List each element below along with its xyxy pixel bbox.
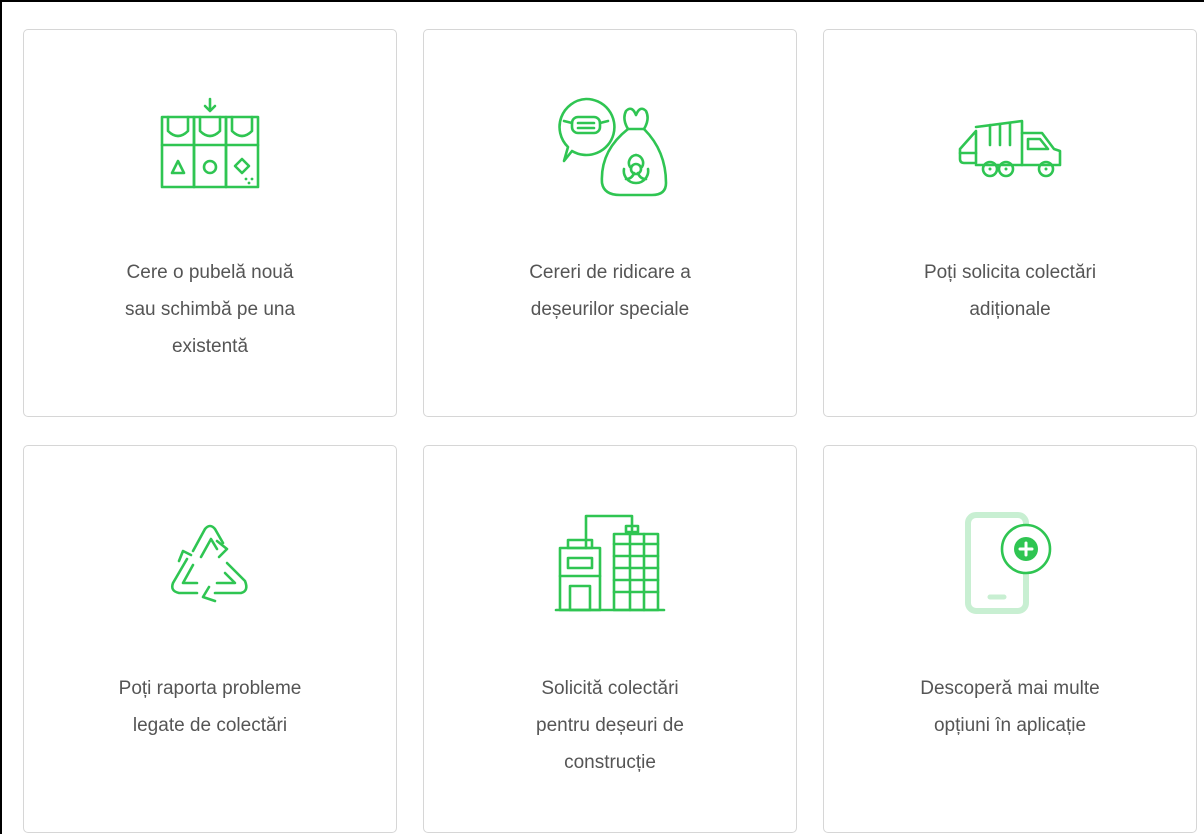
card-report-problems[interactable]: Poți raporta probleme legate de colectăr…	[23, 445, 397, 833]
phone-plus-icon	[824, 508, 1196, 618]
card-label: Cere o pubelă nouă sau schimbă pe una ex…	[124, 262, 296, 357]
card-label: Descoperă mai multe opțiuni în aplicație	[920, 678, 1100, 736]
card-label: Poți raporta probleme legate de colectăr…	[118, 678, 302, 736]
card-more-options[interactable]: Descoperă mai multe opțiuni în aplicație	[823, 445, 1197, 833]
services-grid: Cere o pubelă nouă sau schimbă pe una ex…	[0, 0, 1204, 834]
biohazard-waste-icon	[424, 92, 796, 202]
construction-building-icon	[424, 508, 796, 618]
card-label: Solicită colectări pentru deșeuri de con…	[536, 678, 684, 773]
card-construction-waste[interactable]: Solicită colectări pentru deșeuri de con…	[423, 445, 797, 833]
card-additional-collections[interactable]: Poți solicita colectări adiționale	[823, 29, 1197, 417]
card-special-waste[interactable]: Cereri de ridicare a deșeurilor speciale	[423, 29, 797, 417]
garbage-truck-icon	[824, 92, 1196, 202]
recycle-icon	[24, 508, 396, 618]
card-label: Poți solicita colectări adiționale	[923, 262, 1097, 320]
card-label: Cereri de ridicare a deșeurilor speciale	[529, 262, 691, 320]
bins-icon	[24, 92, 396, 202]
card-new-bin[interactable]: Cere o pubelă nouă sau schimbă pe una ex…	[23, 29, 397, 417]
